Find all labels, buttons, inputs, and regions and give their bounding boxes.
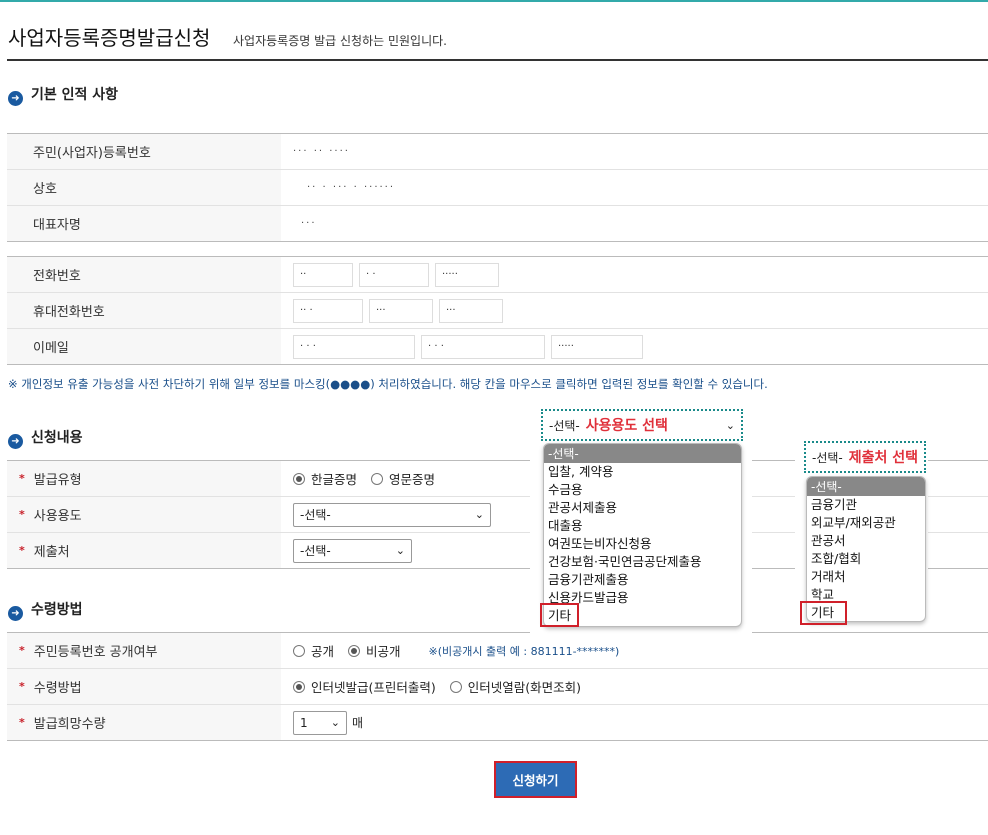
title-divider <box>7 59 988 61</box>
chevron-down-icon: ⌄ <box>330 716 340 729</box>
section-application: ➜ 신청내용 <box>8 427 83 449</box>
purpose-dropdown-head[interactable]: -선택- 사용용도 선택 ⌄ <box>541 409 743 441</box>
submit-to-option[interactable]: 외교부/재외공관 <box>807 514 925 532</box>
receive-table: * 주민등록번호 공개여부 공개 비공개 ※(비공개시 출력 예 : 881111… <box>7 632 988 741</box>
label-issue-type: 발급유형 <box>33 473 82 488</box>
purpose-option[interactable]: 금융기관제출용 <box>544 571 741 589</box>
required-mark: * <box>19 508 25 521</box>
reg-number-value: ··· ·· ···· <box>293 146 350 157</box>
row-company-name: 상호 ·· · ··· · ······ <box>7 170 988 206</box>
email-id-field[interactable]: · · · <box>293 334 415 359</box>
chevron-down-icon: ⌄ <box>474 508 484 521</box>
row-phone: 전화번호 ·· · · ····· <box>7 257 988 293</box>
label-method: 수령방법 <box>33 681 82 696</box>
radio-button-icon <box>293 644 305 657</box>
row-mobile: 휴대전화번호 ·· · ··· ··· <box>7 293 988 329</box>
page-title: 사업자등록증명발급신청 <box>8 26 211 50</box>
purpose-option[interactable]: 대출용 <box>544 517 741 535</box>
radio-button-icon <box>348 644 361 657</box>
quantity-unit: 매 <box>352 716 364 730</box>
radio-button-icon <box>293 680 305 693</box>
row-email: 이메일 · · · · · · ····· <box>7 329 988 365</box>
purpose-option[interactable]: 건강보험·국민연금공단제출용 <box>544 553 741 571</box>
purpose-option[interactable]: 입찰, 계약용 <box>544 463 741 481</box>
submit-to-option[interactable]: 금융기관 <box>807 496 925 514</box>
label-company-name: 상호 <box>7 170 281 205</box>
phone-field-1[interactable]: ·· <box>293 262 353 287</box>
chevron-down-icon: ⌄ <box>725 418 735 432</box>
submit-to-option[interactable]: 관공서 <box>807 532 925 550</box>
top-accent-line <box>0 0 988 2</box>
label-quantity: 발급희망수량 <box>33 717 106 732</box>
radio-button-icon <box>293 472 305 485</box>
radio-english[interactable]: 영문증명 <box>371 469 435 488</box>
row-reg-number: 주민(사업자)등록번호 ··· ·· ···· <box>7 134 988 170</box>
radio-internet-view[interactable]: 인터넷열람(화면조회) <box>449 677 581 696</box>
section-receive: ➜ 수령방법 <box>8 599 83 621</box>
quantity-select[interactable]: 1 ⌄ <box>293 710 347 735</box>
label-mobile: 휴대전화번호 <box>7 293 281 328</box>
label-disclose: 주민등록번호 공개여부 <box>33 645 158 660</box>
purpose-select[interactable]: -선택- ⌄ <box>293 502 491 527</box>
phone-field-3[interactable]: ····· <box>435 262 499 287</box>
required-mark: * <box>19 716 25 729</box>
purpose-option[interactable]: 여권또는비자신청용 <box>544 535 741 553</box>
row-quantity: * 발급희망수량 1 ⌄ 매 <box>7 705 988 741</box>
submit-to-annotation: 제출처 선택 <box>848 450 919 466</box>
row-method: * 수령방법 인터넷발급(프린터출력) 인터넷열람(화면조회) <box>7 669 988 705</box>
section-basic-info: ➜ 기본 인적 사항 <box>8 84 118 106</box>
purpose-option[interactable]: -선택- <box>544 444 741 463</box>
representative-value: ··· <box>301 218 317 229</box>
submit-to-option[interactable]: -선택- <box>807 477 925 496</box>
row-disclose: * 주민등록번호 공개여부 공개 비공개 ※(비공개시 출력 예 : 881111… <box>7 633 988 669</box>
page-description: 사업자등록증명 발급 신청하는 민원입니다. <box>233 34 447 48</box>
required-mark: * <box>19 472 25 485</box>
row-representative: 대표자명 ··· <box>7 206 988 242</box>
submit-to-option[interactable]: 조합/협회 <box>807 550 925 568</box>
mobile-field-3[interactable]: ··· <box>439 298 503 323</box>
required-mark: * <box>19 544 25 557</box>
radio-button-icon <box>371 472 384 485</box>
contact-table: 전화번호 ·· · · ····· 휴대전화번호 ·· · ··· ··· 이메… <box>7 256 988 365</box>
basic-info-table: 주민(사업자)등록번호 ··· ·· ···· 상호 ·· · ··· · ··… <box>7 133 988 242</box>
purpose-annotation: 사용용도 선택 <box>585 418 668 434</box>
label-purpose: 사용용도 <box>33 509 82 524</box>
radio-internet-issue[interactable]: 인터넷발급(프린터출력) <box>293 677 436 696</box>
label-phone: 전화번호 <box>7 257 281 292</box>
submit-button[interactable]: 신청하기 <box>494 761 577 798</box>
purpose-option[interactable]: 수금용 <box>544 481 741 499</box>
submit-to-dropdown-head[interactable]: -선택- 제출처 선택 <box>804 441 926 473</box>
purpose-option[interactable]: 관공서제출용 <box>544 499 741 517</box>
company-name-value: ·· · ··· · ······ <box>307 182 396 193</box>
mobile-field-1[interactable]: ·· · <box>293 298 363 323</box>
label-representative: 대표자명 <box>7 206 281 241</box>
required-mark: * <box>19 680 25 693</box>
mobile-field-2[interactable]: ··· <box>369 298 433 323</box>
required-mark: * <box>19 644 25 657</box>
email-domain-select[interactable]: ····· <box>551 334 643 359</box>
chevron-down-icon: ⌄ <box>395 544 405 557</box>
arrow-circle-icon: ➜ <box>8 606 23 621</box>
phone-field-2[interactable]: · · <box>359 262 429 287</box>
email-domain-field[interactable]: · · · <box>421 334 545 359</box>
highlight-box-purpose-other <box>540 603 579 627</box>
label-submit-to: 제출처 <box>33 545 70 560</box>
label-email: 이메일 <box>7 329 281 364</box>
masking-notice: ※ 개인정보 유출 가능성을 사전 차단하기 위해 일부 정보를 마스킹(●●●… <box>8 377 768 391</box>
radio-private[interactable]: 비공개 <box>348 641 401 660</box>
label-reg-number: 주민(사업자)등록번호 <box>7 134 281 169</box>
arrow-circle-icon: ➜ <box>8 434 23 449</box>
purpose-option-list: -선택- 입찰, 계약용 수금용 관공서제출용 대출용 여권또는비자신청용 건강… <box>543 443 742 627</box>
radio-button-icon <box>449 680 462 693</box>
submit-to-select[interactable]: -선택- ⌄ <box>293 538 412 563</box>
disclose-note: ※(비공개시 출력 예 : 881111-*******) <box>428 644 620 658</box>
submit-to-option[interactable]: 거래처 <box>807 568 925 586</box>
radio-korean[interactable]: 한글증명 <box>293 469 357 488</box>
arrow-circle-icon: ➜ <box>8 91 23 106</box>
radio-public[interactable]: 공개 <box>293 641 334 660</box>
highlight-box-submit-other <box>800 601 847 625</box>
